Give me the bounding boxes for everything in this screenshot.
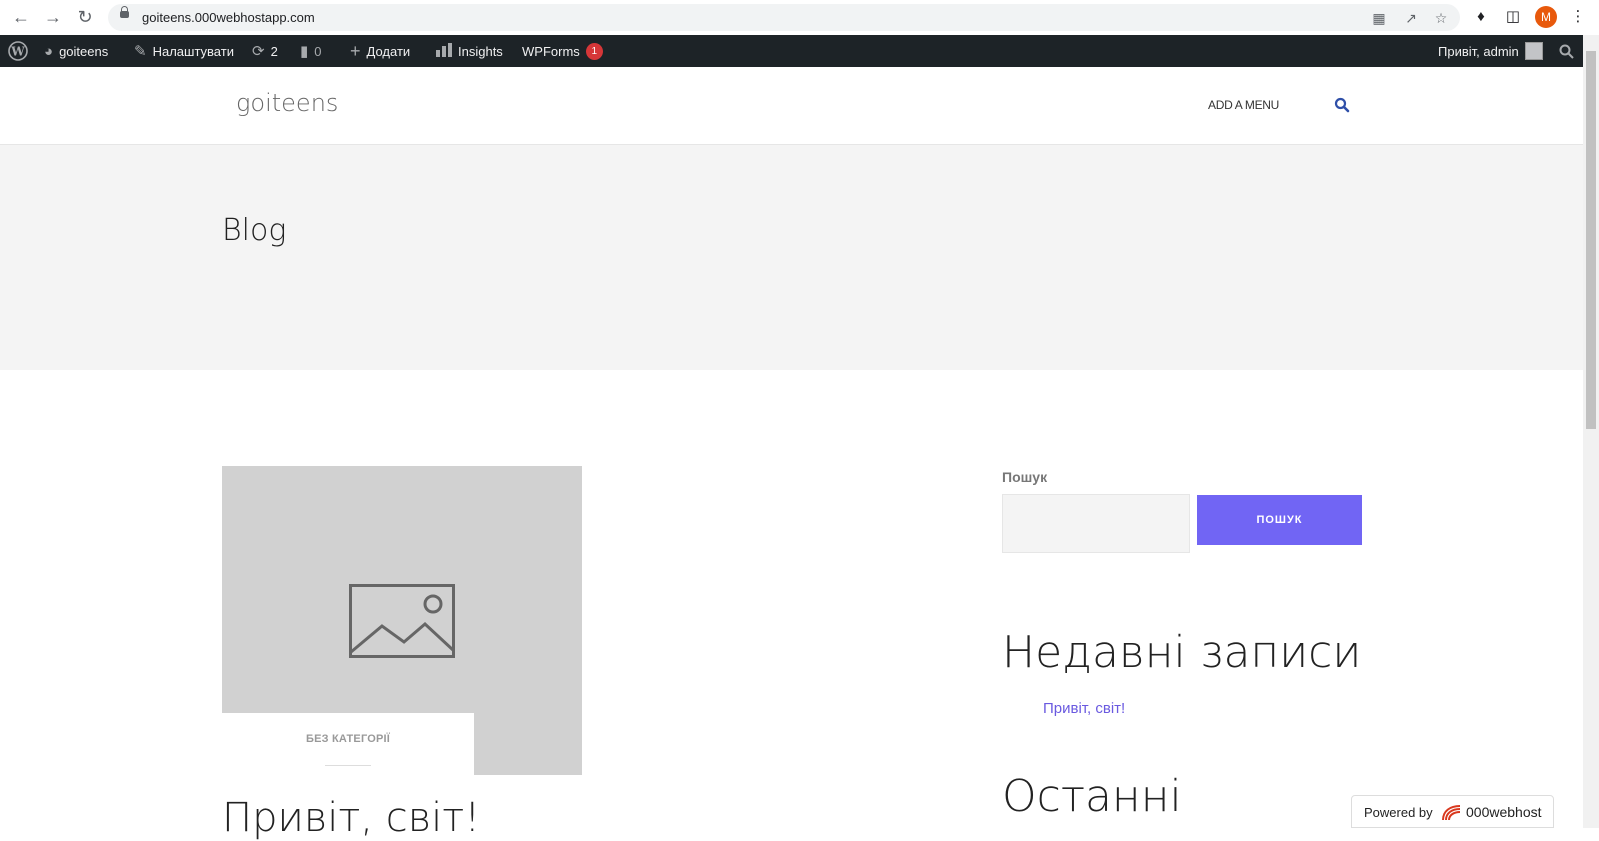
url-text: goiteens.000webhostapp.com — [142, 10, 315, 25]
post-title[interactable]: Привіт, світ! — [222, 795, 480, 841]
bookmark-star-icon[interactable]: ☆ — [1432, 9, 1450, 27]
translate-icon[interactable]: ▦ — [1370, 9, 1388, 27]
next-widget-title: Останні — [1002, 771, 1182, 822]
powered-by-text: Powered by — [1364, 805, 1433, 820]
brush-icon: ✎ — [134, 43, 147, 60]
adminbar-comments-link[interactable]: ▮ 0 — [300, 35, 322, 67]
adminbar-customize-link[interactable]: ✎ Налаштувати — [134, 35, 234, 67]
reload-icon[interactable]: ↻ — [74, 6, 96, 28]
divider — [325, 765, 371, 766]
adminbar-site-link[interactable]: ◕ goiteens — [44, 35, 108, 67]
adminbar-insights-link[interactable]: Insights — [436, 35, 503, 67]
page-hero: Blog — [0, 145, 1583, 370]
extensions-icon[interactable]: ♦ — [1470, 6, 1492, 28]
adminbar-updates-link[interactable]: ⟳ 2 — [252, 35, 278, 67]
adminbar-add-new-link[interactable]: + Додати — [350, 35, 410, 67]
powered-by-brand: 000webhost — [1466, 804, 1542, 820]
powered-by-badge[interactable]: Powered by 000webhost — [1351, 795, 1554, 828]
notification-badge: 1 — [585, 42, 603, 60]
plus-icon: + — [350, 40, 361, 61]
add-menu-link[interactable]: ADD A MENU — [1208, 98, 1279, 112]
recent-posts-title: Недавні записи — [1002, 627, 1362, 678]
back-icon[interactable]: ← — [10, 6, 32, 28]
000webhost-logo-icon — [1440, 803, 1462, 823]
post-category-box: БЕЗ КАТЕГОРІЇ — [222, 713, 474, 775]
address-bar[interactable]: goiteens.000webhostapp.com ▦ ↗ ☆ — [108, 4, 1460, 31]
comment-icon: ▮ — [300, 43, 309, 60]
browser-toolbar: ← → ↻ goiteens.000webhostapp.com ▦ ↗ ☆ ♦… — [0, 0, 1599, 35]
adminbar-wpforms-link[interactable]: WPForms 1 — [522, 35, 603, 67]
lock-icon — [120, 6, 129, 18]
scrollbar-thumb[interactable] — [1586, 51, 1596, 429]
wp-admin-bar: W ◕ goiteens ✎ Налаштувати ⟳ 2 ▮ 0 + Дод… — [0, 35, 1599, 67]
forward-icon[interactable]: → — [42, 6, 64, 28]
dashboard-icon: ◕ — [44, 42, 54, 60]
site-header: goiteens ADD A MENU — [0, 67, 1583, 145]
profile-avatar[interactable]: M — [1535, 6, 1557, 28]
search-button[interactable]: ПОШУК — [1197, 495, 1362, 545]
share-icon[interactable]: ↗ — [1402, 9, 1420, 27]
updates-icon: ⟳ — [252, 43, 265, 60]
recent-post-link[interactable]: Привіт, світ! — [1043, 700, 1125, 717]
page-scrollbar[interactable] — [1583, 35, 1599, 828]
sidepanel-icon[interactable]: ◫ — [1502, 6, 1524, 28]
user-avatar-icon — [1524, 42, 1543, 60]
page-title: Blog — [222, 213, 287, 248]
bar-chart-icon — [436, 42, 452, 60]
search-icon[interactable] — [1334, 97, 1350, 113]
image-placeholder-icon — [349, 584, 455, 658]
wp-logo-icon[interactable]: W — [8, 35, 28, 67]
site-title[interactable]: goiteens — [236, 89, 338, 117]
adminbar-account-link[interactable]: Привіт, admin — [1438, 35, 1543, 67]
search-widget-label: Пошук — [1002, 469, 1048, 485]
browser-menu-icon[interactable]: ⋮ — [1567, 6, 1589, 28]
search-input[interactable] — [1002, 494, 1190, 553]
adminbar-search-icon[interactable] — [1559, 35, 1574, 67]
post-category-link[interactable]: БЕЗ КАТЕГОРІЇ — [222, 733, 474, 745]
svg-text:W: W — [10, 45, 25, 59]
